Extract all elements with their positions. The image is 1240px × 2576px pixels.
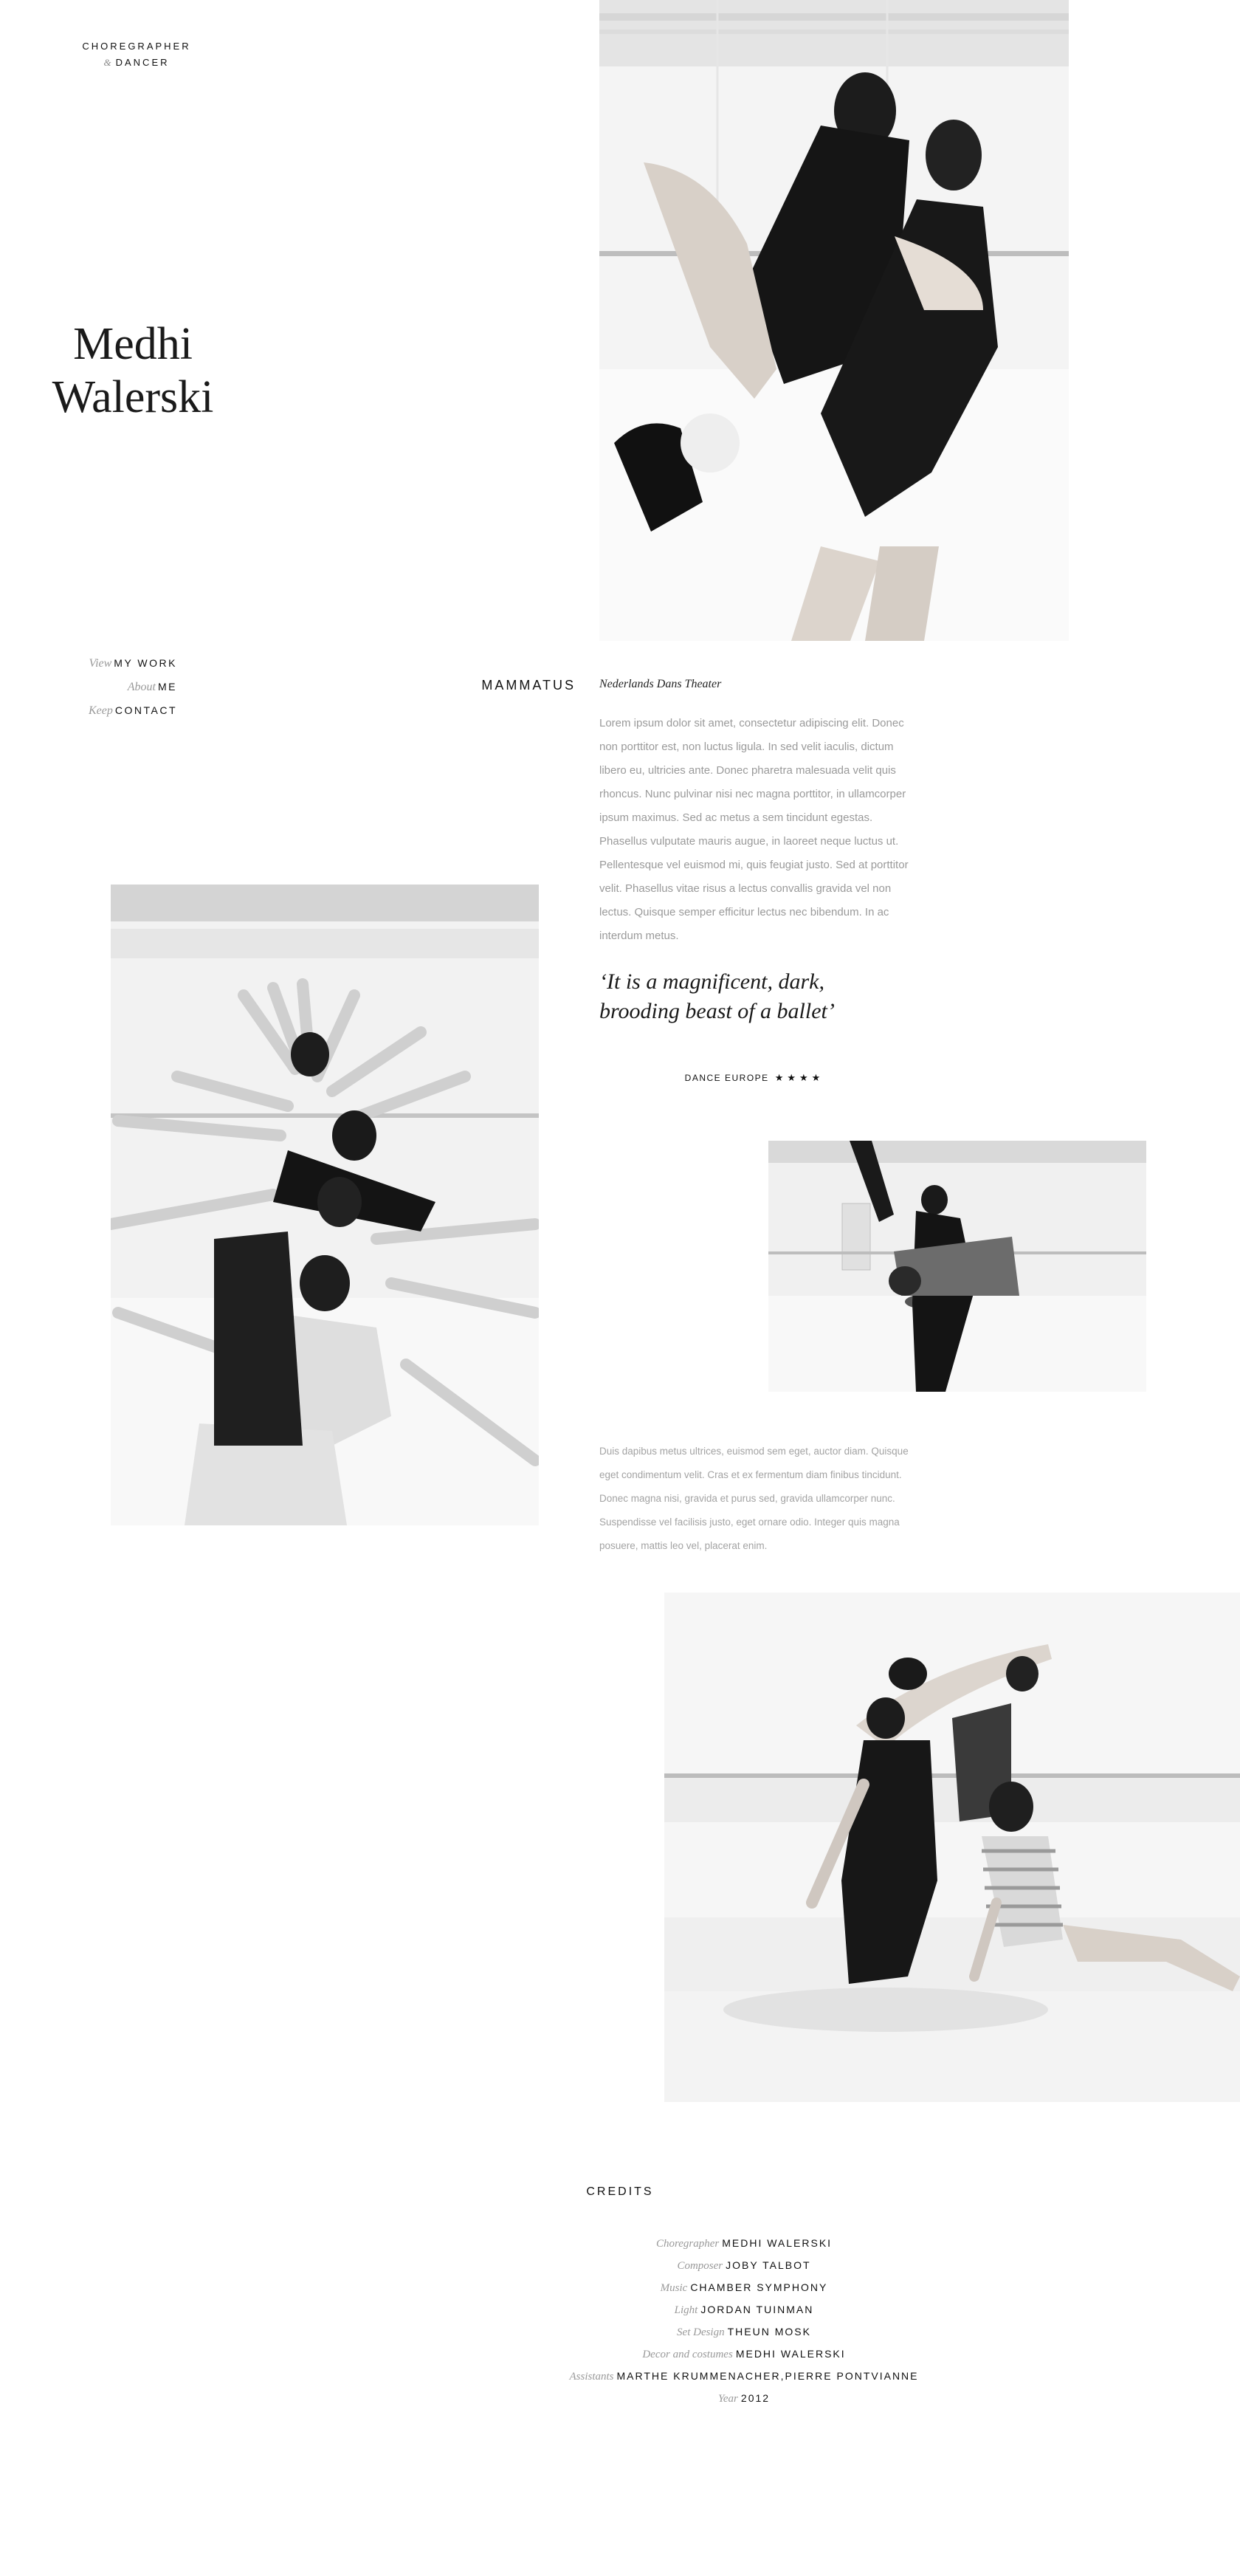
project-description-secondary: Duis dapibus metus ultrices, euismod sem…	[599, 1446, 909, 1551]
site-role: CHOREGRAPHER & DANCER	[74, 38, 199, 71]
credit-row: Decor and costumes MEDHI WALERSKI	[0, 2348, 1240, 2370]
role-ampersand: &	[103, 57, 111, 68]
nav-item-prefix: View	[89, 657, 112, 670]
site-title: Medhi Walerski	[30, 317, 236, 424]
rating-stars-icon: ★★★★	[774, 1072, 824, 1083]
nav-link-me[interactable]: ME	[158, 681, 177, 693]
credit-value: CHAMBER SYMPHONY	[690, 2281, 828, 2293]
credit-row: Set Design THEUN MOSK	[0, 2326, 1240, 2348]
main-nav: View MY WORK About ME Keep CONTACT	[74, 657, 221, 728]
press-quote: ‘It is a magnificent, dark, brooding bea…	[599, 969, 835, 1023]
credit-row: Music CHAMBER SYMPHONY	[0, 2281, 1240, 2304]
credit-value: THEUN MOSK	[727, 2326, 811, 2338]
role-line-dancer: & DANCER	[74, 55, 199, 71]
credit-value: MEDHI WALERSKI	[735, 2348, 846, 2360]
site-title-first: Medhi	[73, 319, 193, 369]
ensemble-photo	[111, 885, 539, 1525]
credit-label: Choregrapher	[655, 2238, 720, 2250]
role-line-choreographer: CHOREGRAPHER	[82, 41, 191, 52]
studio-photo-duet-small	[768, 1141, 1146, 1392]
credit-row: Composer JOBY TALBOT	[0, 2259, 1240, 2281]
nav-item-contact[interactable]: Keep CONTACT	[74, 704, 177, 728]
project-company: Nederlands Dans Theater	[599, 678, 722, 690]
press-source-name: DANCE EUROPE	[684, 1073, 769, 1083]
site-title-last: Walerski	[52, 372, 214, 422]
credit-label: Composer	[677, 2260, 723, 2272]
credit-row: Choregrapher MEDHI WALERSKI	[0, 2237, 1240, 2259]
credit-label: Year	[717, 2393, 738, 2405]
project-title: MAMMATUS	[481, 678, 576, 693]
credit-label: Light	[674, 2304, 698, 2316]
nav-link-my-work[interactable]: MY WORK	[114, 657, 177, 669]
hero-photo-duet	[599, 0, 1069, 641]
nav-link-contact[interactable]: CONTACT	[115, 704, 177, 716]
credit-label: Set Design	[677, 2326, 725, 2338]
studio-photo-group-floor	[664, 1593, 1240, 2102]
credit-value: 2012	[740, 2392, 771, 2404]
credit-value: MARTHE KRUMMENACHER,PIERRE PONTVIANNE	[616, 2370, 919, 2382]
nav-item-prefix: About	[127, 681, 156, 693]
press-quote-source: DANCE EUROPE ★★★★	[599, 1072, 909, 1084]
nav-item-work[interactable]: View MY WORK	[74, 657, 177, 681]
credits-list: Choregrapher MEDHI WALERSKI Composer JOB…	[0, 2237, 1240, 2414]
credit-label: Music	[660, 2282, 688, 2294]
credit-value: JORDAN TUINMAN	[700, 2304, 814, 2315]
credit-label: Decor and costumes	[642, 2349, 733, 2360]
project-description: Lorem ipsum dolor sit amet, consectetur …	[599, 717, 909, 942]
credit-label: Assistants	[569, 2371, 614, 2383]
credit-value: JOBY TALBOT	[726, 2259, 811, 2271]
credit-value: MEDHI WALERSKI	[722, 2237, 833, 2249]
nav-item-prefix: Keep	[89, 704, 113, 717]
credit-row: Light JORDAN TUINMAN	[0, 2304, 1240, 2326]
credit-row: Year 2012	[0, 2392, 1240, 2414]
role-dancer-text: DANCER	[115, 57, 170, 68]
credit-row: Assistants MARTHE KRUMMENACHER,PIERRE PO…	[0, 2370, 1240, 2392]
nav-item-about[interactable]: About ME	[74, 681, 177, 704]
credits-title: CREDITS	[586, 2185, 654, 2198]
